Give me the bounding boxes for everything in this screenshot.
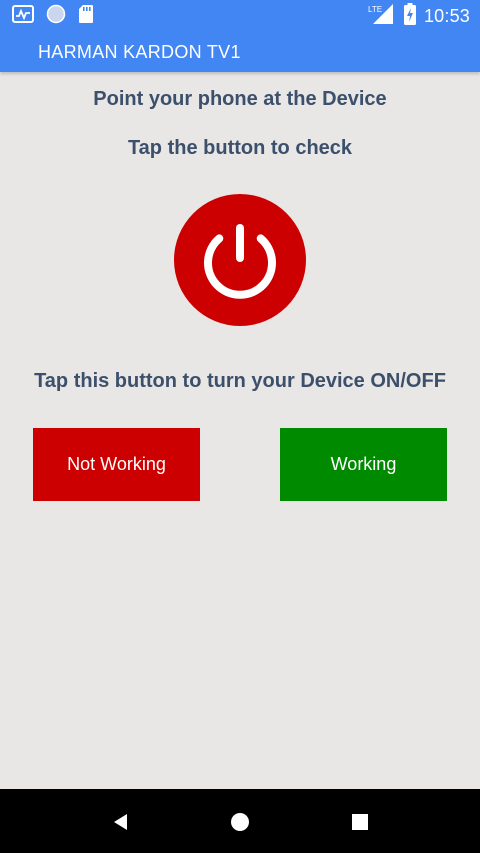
back-icon[interactable] [110,811,132,833]
instruction-toggle-device: Tap this button to turn your Device ON/O… [34,370,446,392]
circle-icon [46,4,66,29]
sd-card-icon [78,4,94,29]
system-icons: LTE 10:53 [360,2,470,30]
signal-icon: LTE [368,3,396,30]
power-icon [204,224,276,299]
working-button[interactable]: Working [280,428,447,501]
recents-icon[interactable] [349,811,371,833]
battery-charging-icon [403,2,416,30]
activity-icon [12,4,34,28]
app-bar: HARMAN KARDON TV1 [0,32,480,72]
instruction-tap-check: Tap the button to check [127,137,353,159]
notification-icons [12,4,106,29]
instruction-point-phone: Point your phone at the Device [93,88,387,110]
status-bar: LTE 10:53 [0,0,480,32]
power-button[interactable] [174,194,306,326]
not-working-button[interactable]: Not Working [33,428,200,501]
app-title: HARMAN KARDON TV1 [38,42,241,62]
status-clock: 10:53 [423,5,470,26]
network-type-label: LTE [368,5,382,14]
home-icon[interactable] [229,811,251,833]
navigation-bar [0,789,480,853]
